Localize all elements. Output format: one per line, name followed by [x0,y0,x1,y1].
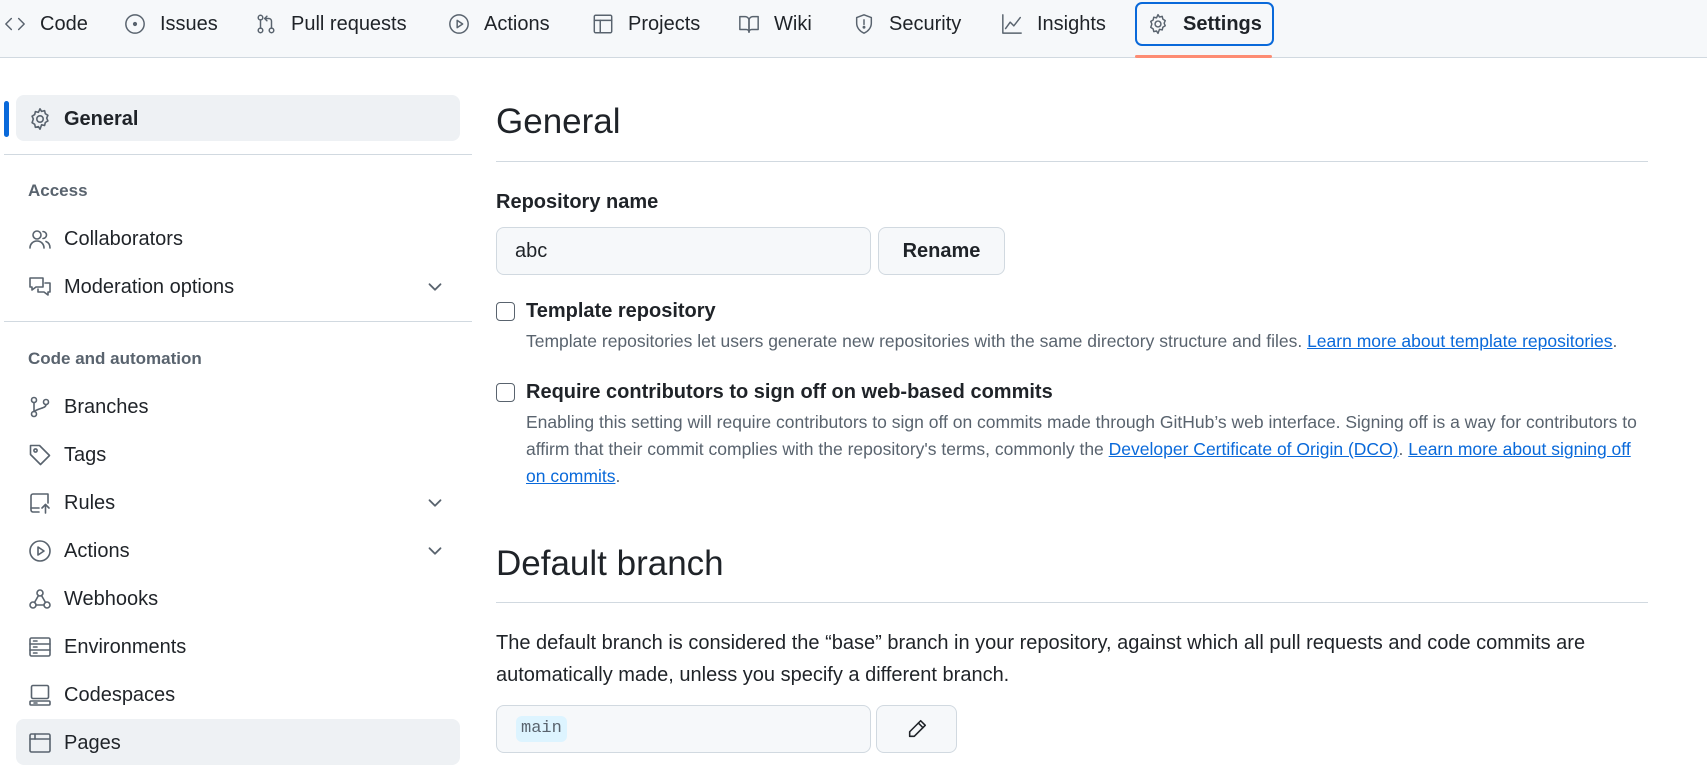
sidebar-heading-code-automation: Code and automation [28,349,202,368]
tab-label: Code [40,12,88,35]
template-learn-more-link[interactable]: Learn more about template repositories [1307,331,1612,351]
divider [496,161,1648,162]
book-icon [738,13,760,35]
repository-name-label: Repository name [496,191,659,213]
divider [4,154,472,155]
browser-icon [28,731,52,755]
tab-wiki[interactable]: Wiki [738,2,812,46]
sidebar-item-label: Environments [64,636,187,658]
sidebar-item-webhooks[interactable]: Webhooks [16,575,460,621]
sidebar-item-label: Rules [64,492,116,514]
default-branch-description: The default branch is considered the “ba… [496,632,1586,686]
tab-settings[interactable]: Settings [1135,2,1274,46]
sidebar-item-rules[interactable]: Rules [16,479,460,525]
dco-link[interactable]: Developer Certificate of Origin (DCO) [1109,439,1399,459]
sidebar-item-branches[interactable]: Branches [16,383,460,429]
settings-sidebar: General Access Collaborators Moderation … [0,58,480,771]
sidebar-item-moderation-options[interactable]: Moderation options [16,263,460,309]
signoff-description: Enabling this setting will require contr… [526,412,1637,486]
webhook-icon [28,587,52,611]
signoff-title: Require contributors to sign off on web-… [526,381,1053,403]
repo-nav: Code Issues Pull requests Actions Projec… [0,0,1707,58]
tab-label: Projects [628,12,701,35]
chevron-down-icon[interactable] [424,276,446,298]
branch-name-badge: main [516,716,567,742]
sidebar-item-label: General [64,108,139,130]
divider [4,321,472,322]
people-icon [28,227,52,251]
pencil-icon [906,718,928,740]
tab-label: Insights [1037,12,1106,35]
gear-icon [28,107,52,131]
chevron-down-icon[interactable] [424,540,446,562]
gear-icon [1147,13,1169,35]
edit-default-branch-button[interactable] [876,705,957,753]
sidebar-item-tags[interactable]: Tags [16,431,460,477]
signoff-checkbox[interactable] [496,383,515,402]
sidebar-item-general[interactable]: General [16,95,460,141]
default-branch-heading: Default branch [496,544,724,583]
sidebar-item-label: Collaborators [64,228,183,250]
codespaces-icon [28,683,52,707]
sidebar-item-codespaces[interactable]: Codespaces [16,671,460,717]
rename-button[interactable]: Rename [878,227,1005,275]
tab-code[interactable]: Code [4,2,88,46]
sidebar-item-label: Moderation options [64,276,235,298]
template-repository-title: Template repository [526,300,716,322]
sidebar-item-environments[interactable]: Environments [16,623,460,669]
sidebar-item-label: Codespaces [64,684,176,706]
sidebar-item-label: Actions [64,540,130,562]
sidebar-item-label: Tags [64,444,107,466]
tab-label: Wiki [774,12,812,35]
git-pull-request-icon [255,13,277,35]
tab-pull-requests[interactable]: Pull requests [255,2,407,46]
tab-security[interactable]: Security [853,2,961,46]
git-branch-icon [28,395,52,419]
code-icon [4,13,26,35]
template-repository-checkbox[interactable] [496,302,515,321]
selected-tab-underline [1135,55,1272,58]
graph-icon [1001,13,1023,35]
tab-issues[interactable]: Issues [124,2,218,46]
tab-label: Settings [1183,12,1262,35]
repo-push-icon [28,491,52,515]
template-repository-description: Template repositories let users generate… [526,331,1618,351]
play-icon [448,13,470,35]
chevron-down-icon[interactable] [424,492,446,514]
sidebar-item-label: Branches [64,396,149,418]
sidebar-item-collaborators[interactable]: Collaborators [16,215,460,261]
shield-icon [853,13,875,35]
default-branch-field: main [496,705,871,753]
sidebar-item-actions[interactable]: Actions [16,527,460,573]
tab-label: Actions [484,12,550,35]
sidebar-item-label: Webhooks [64,588,159,610]
sidebar-heading-access: Access [28,181,88,200]
server-icon [28,635,52,659]
comment-discussion-icon [28,275,52,299]
tab-insights[interactable]: Insights [1001,2,1106,46]
play-icon [28,539,52,563]
tab-projects[interactable]: Projects [592,2,700,46]
sidebar-item-label: Pages [64,732,121,754]
repository-name-input[interactable] [496,227,871,275]
tab-label: Issues [160,12,218,35]
tag-icon [28,443,52,467]
page-title: General [496,102,621,141]
tab-actions[interactable]: Actions [448,2,550,46]
tab-label: Pull requests [291,12,407,35]
divider [496,602,1648,603]
issue-opened-icon [124,13,146,35]
tab-label: Security [889,12,962,35]
table-icon [592,13,614,35]
sidebar-item-pages[interactable]: Pages [16,719,460,765]
